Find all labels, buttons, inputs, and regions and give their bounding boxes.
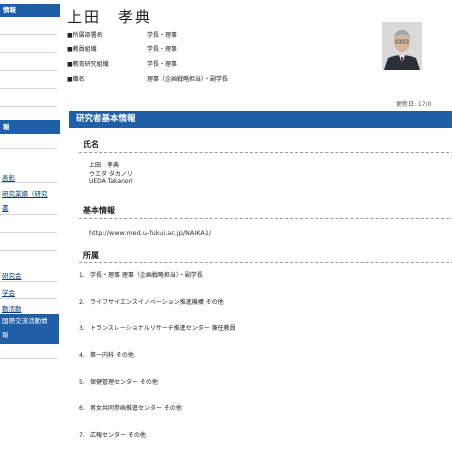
sidebar-item-books[interactable]: 書 bbox=[0, 202, 59, 212]
info-row-department: ■所属部署名 学長・理事 bbox=[67, 30, 177, 39]
affiliation-text: 第一内科 その他 bbox=[90, 352, 134, 359]
main-content: 上田 孝典 ■所属部署名 学長・理事 ■教員組織 学長・理事 ■教育研究組織 学長・理… bbox=[57, 0, 452, 452]
info-row-education-org: ■教育研究組織 学長・理事 bbox=[67, 59, 177, 68]
name-roman: UEDA Takanori bbox=[89, 178, 133, 185]
list-number: 3. bbox=[79, 325, 85, 332]
affiliation-text: 広報センター その他 bbox=[90, 432, 146, 439]
info-value: 学長・理事 bbox=[147, 61, 178, 68]
affiliation-text: ライフサイエンスイノベーション推進機構 その他 bbox=[90, 299, 224, 306]
name-kana: ウエダ タカノリ bbox=[89, 171, 133, 178]
affiliation-item: 2. ライフサイエンスイノベーション推進機構 その他 bbox=[79, 297, 224, 306]
section-title: 研究者基本情報 bbox=[69, 111, 452, 128]
last-updated: 更新日: 17/0 bbox=[396, 101, 432, 108]
list-number: 2. bbox=[79, 299, 85, 306]
sidebar-item-report[interactable]: 報 bbox=[0, 120, 60, 134]
affiliation-item: 4. 第一内科 その他 bbox=[79, 350, 134, 359]
info-value: 学長・理事 bbox=[147, 46, 178, 53]
sidebar-divider bbox=[0, 52, 57, 53]
sidebar-item-label: 国際交流活動情 bbox=[2, 317, 48, 325]
affiliation-item: 3. トランスレーショナルリサーチ推進センター 兼任教員 bbox=[79, 323, 236, 332]
info-row-faculty-org: ■教員組織 学長・理事 bbox=[67, 44, 177, 53]
homepage-link[interactable]: http://www.med.u-fukui.ac.jp/NAIKA1/ bbox=[89, 229, 211, 237]
sidebar-item-research-achievements[interactable]: 研究業績（研究 bbox=[0, 188, 59, 198]
sidebar-item-research-meetings[interactable]: 研究会 bbox=[0, 270, 59, 280]
sidebar-divider bbox=[0, 106, 57, 107]
info-label: ■職名 bbox=[67, 76, 85, 83]
name-heading: 氏名 bbox=[83, 140, 99, 149]
person-photo-icon bbox=[382, 22, 422, 70]
sidebar-divider bbox=[0, 250, 57, 251]
affiliation-item: 7. 広報センター その他 bbox=[79, 430, 146, 439]
sidebar: 情報 報 表彰 研究業績（研究 書 研究会 学会 動活動 国際交流活動情 報 bbox=[0, 0, 60, 452]
sidebar-divider bbox=[0, 70, 57, 71]
sidebar-divider bbox=[0, 298, 57, 299]
affiliation-text: トランスレーショナルリサーチ推進センター 兼任教員 bbox=[90, 325, 236, 332]
sidebar-divider bbox=[0, 358, 57, 359]
list-number: 5. bbox=[79, 379, 85, 386]
sidebar-divider bbox=[0, 232, 57, 233]
affiliation-text: 保健管理センター その他 bbox=[90, 379, 158, 386]
name-kanji: 上田 孝典 bbox=[89, 162, 120, 169]
page-title: 上田 孝典 bbox=[67, 8, 153, 26]
divider bbox=[79, 262, 452, 263]
sidebar-divider bbox=[0, 182, 57, 183]
list-number: 1. bbox=[79, 272, 85, 279]
affiliation-item: 5. 保健管理センター その他 bbox=[79, 377, 158, 386]
divider bbox=[79, 218, 452, 219]
info-label: ■教育研究組織 bbox=[67, 61, 109, 68]
list-number: 4. bbox=[79, 352, 85, 359]
affiliation-item: 6. 男女共同参画推進センター その他 bbox=[79, 403, 182, 412]
profile-photo bbox=[382, 22, 422, 70]
sidebar-item-societies[interactable]: 学会 bbox=[0, 287, 59, 297]
affiliation-item: 1. 学長・理事 理事（企画戦略担当）・副学長 bbox=[79, 270, 203, 279]
list-number: 6. bbox=[79, 405, 85, 412]
affiliation-text: 学長・理事 理事（企画戦略担当）・副学長 bbox=[90, 272, 203, 279]
sidebar-item-international-exchange[interactable]: 国際交流活動情 報 bbox=[0, 314, 59, 344]
affiliation-text: 男女共同参画推進センター その他 bbox=[90, 405, 182, 412]
sidebar-divider bbox=[0, 148, 57, 149]
sidebar-divider bbox=[0, 281, 57, 282]
list-number: 7. bbox=[79, 432, 85, 439]
sidebar-divider bbox=[0, 34, 57, 35]
divider bbox=[79, 152, 452, 153]
sidebar-item-activities[interactable]: 動活動 bbox=[0, 303, 59, 313]
sidebar-divider bbox=[0, 214, 57, 215]
info-value: 理事（企画戦略担当）・副学長 bbox=[147, 76, 229, 83]
info-row-job-title: ■職名 理事（企画戦略担当）・副学長 bbox=[67, 74, 228, 83]
sidebar-item-label: 報 bbox=[2, 331, 9, 339]
info-label: ■教員組織 bbox=[67, 46, 97, 53]
info-label: ■所属部署名 bbox=[67, 32, 103, 39]
sidebar-header-info[interactable]: 情報 bbox=[0, 4, 60, 17]
info-value: 学長・理事 bbox=[147, 32, 178, 39]
basic-info-heading: 基本情報 bbox=[83, 206, 115, 215]
sidebar-item-awards[interactable]: 表彰 bbox=[0, 172, 59, 182]
affiliation-heading: 所属 bbox=[83, 251, 99, 260]
sidebar-divider bbox=[0, 88, 57, 89]
